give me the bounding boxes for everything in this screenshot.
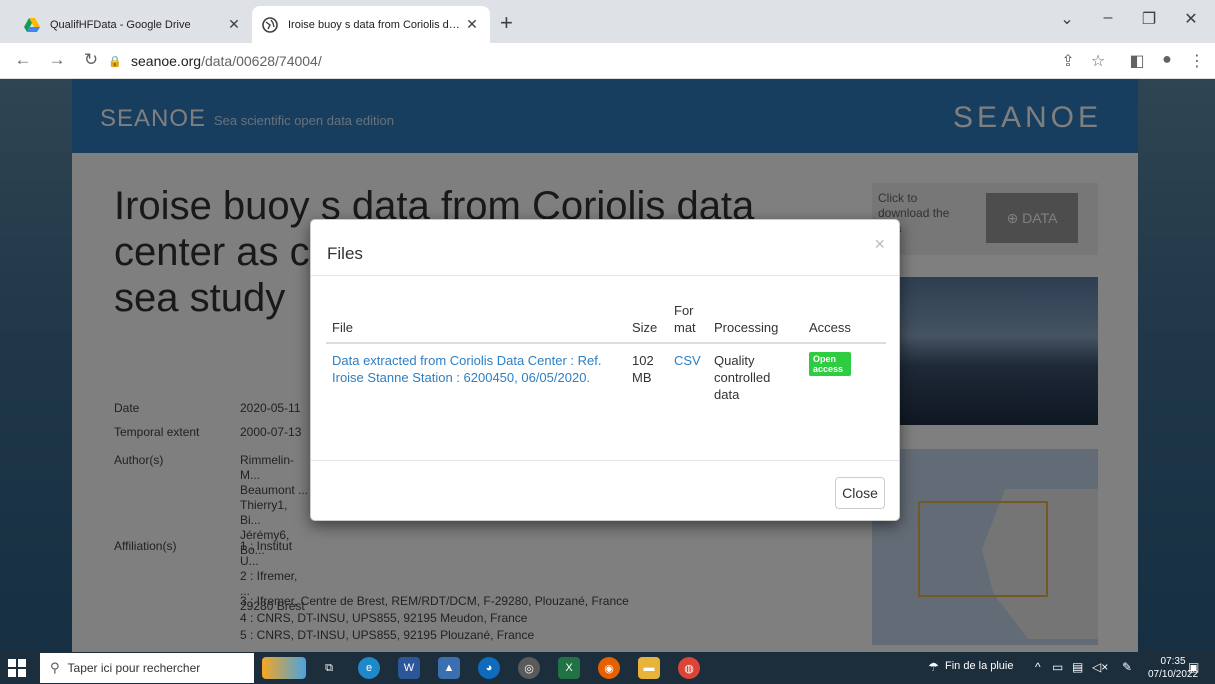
weather-text[interactable]: Fin de la pluie — [945, 660, 1014, 672]
globe-app-icon[interactable]: ◎ — [518, 657, 540, 679]
tab-google-drive[interactable]: QualifHFData - Google Drive ✕ — [14, 6, 252, 43]
tab-title: Iroise buoy s data from Coriolis data ce… — [288, 18, 464, 31]
format-link[interactable]: CSV — [674, 353, 701, 368]
column-header-access: Access — [803, 298, 886, 344]
globe-icon — [262, 16, 278, 33]
forward-icon[interactable]: → — [46, 50, 68, 70]
tab-search-icon[interactable]: ⌄ — [1052, 9, 1082, 29]
teams-icon[interactable]: ◕ — [478, 657, 500, 679]
format-cell: CSV — [668, 343, 708, 411]
column-header-size: Size — [626, 298, 668, 344]
close-tab-icon[interactable]: ✕ — [464, 16, 480, 33]
edge-icon[interactable]: e — [358, 657, 380, 679]
volume-icon[interactable]: ◁× — [1092, 660, 1108, 674]
back-icon[interactable]: ← — [12, 50, 34, 70]
tab-title: QualifHFData - Google Drive — [50, 18, 191, 31]
restore-icon[interactable]: ❐ — [1134, 9, 1164, 29]
size-cell: 102 MB — [632, 353, 654, 385]
search-placeholder: Taper ici pour rechercher — [67, 661, 201, 675]
profile-icon[interactable]: ● — [1156, 51, 1178, 69]
address-bar[interactable]: 🔒 seanoe.org/data/00628/74004/ — [108, 47, 1008, 75]
network-icon[interactable]: ▤ — [1072, 660, 1083, 674]
pen-icon[interactable]: ✎ — [1122, 660, 1132, 674]
file-link[interactable]: Data extracted from Coriolis Data Center… — [332, 353, 602, 385]
menu-icon[interactable]: ⋮ — [1186, 51, 1208, 71]
new-tab-icon[interactable]: + — [500, 12, 513, 34]
browser-toolbar: ← → ↻ 🔒 seanoe.org/data/00628/74004/ ⇪ ☆… — [0, 43, 1215, 79]
share-icon[interactable]: ⇪ — [1057, 51, 1079, 71]
search-highlight-icon[interactable] — [262, 657, 306, 679]
modal-footer: Close — [311, 460, 899, 522]
column-header-file: File — [326, 298, 626, 344]
tab-seanoe[interactable]: Iroise buoy s data from Coriolis data ce… — [252, 6, 490, 43]
search-icon: ⚲ — [50, 660, 60, 675]
access-cell: Open access — [803, 343, 886, 411]
address-path: /data/00628/74004/ — [201, 53, 322, 69]
chrome-icon[interactable]: ◍ — [678, 657, 700, 679]
taskbar-search-input[interactable]: ⚲ Taper ici pour rechercher — [40, 653, 254, 683]
notifications-icon[interactable]: ▣ — [1188, 660, 1199, 674]
close-button[interactable]: Close — [835, 477, 885, 509]
column-header-processing: Processing — [708, 298, 803, 344]
file-explorer-icon[interactable]: ▬ — [638, 657, 660, 679]
firefox-icon[interactable]: ◉ — [598, 657, 620, 679]
task-view-icon[interactable]: ⧉ — [318, 657, 340, 679]
processing-cell: Quality controlled data — [714, 353, 771, 402]
modal-header: Files × — [311, 220, 899, 276]
excel-icon[interactable]: X — [558, 657, 580, 679]
windows-start-icon[interactable] — [8, 659, 28, 677]
file-cell: Data extracted from Coriolis Data Center… — [326, 343, 626, 411]
files-modal: Files × File Size For mat Processing Acc… — [310, 219, 900, 521]
close-tab-icon[interactable]: ✕ — [226, 16, 242, 33]
open-access-badge: Open access — [809, 352, 851, 376]
lock-icon: 🔒 — [108, 55, 122, 68]
address-host: seanoe.org — [131, 53, 202, 69]
table-header-row: File Size For mat Processing Access — [326, 298, 886, 344]
word-icon[interactable]: W — [398, 657, 420, 679]
windows-taskbar: ⚲ Taper ici pour rechercher ⧉ e W ▲ ◕ ◎ … — [0, 652, 1215, 684]
google-drive-icon — [24, 17, 40, 32]
close-window-icon[interactable]: ✕ — [1176, 9, 1206, 29]
minimize-icon[interactable]: – — [1093, 9, 1123, 27]
app-icon[interactable]: ▲ — [438, 657, 460, 679]
side-panel-icon[interactable]: ◧ — [1126, 51, 1148, 71]
files-table: File Size For mat Processing Access Data… — [326, 298, 886, 411]
tray-chevron-icon[interactable]: ^ — [1035, 660, 1041, 674]
column-header-format: For mat — [668, 298, 708, 344]
reload-icon[interactable]: ↻ — [80, 50, 102, 70]
screen: QualifHFData - Google Drive ✕ Iroise buo… — [0, 0, 1215, 684]
table-row: Data extracted from Coriolis Data Center… — [326, 343, 886, 411]
battery-icon[interactable]: ▭ — [1052, 660, 1063, 674]
close-icon[interactable]: × — [874, 234, 885, 255]
tab-strip: QualifHFData - Google Drive ✕ Iroise buo… — [0, 0, 1215, 43]
modal-title: Files — [327, 244, 363, 263]
bookmark-star-icon[interactable]: ☆ — [1087, 51, 1109, 71]
weather-icon[interactable]: ☂ — [928, 660, 939, 674]
